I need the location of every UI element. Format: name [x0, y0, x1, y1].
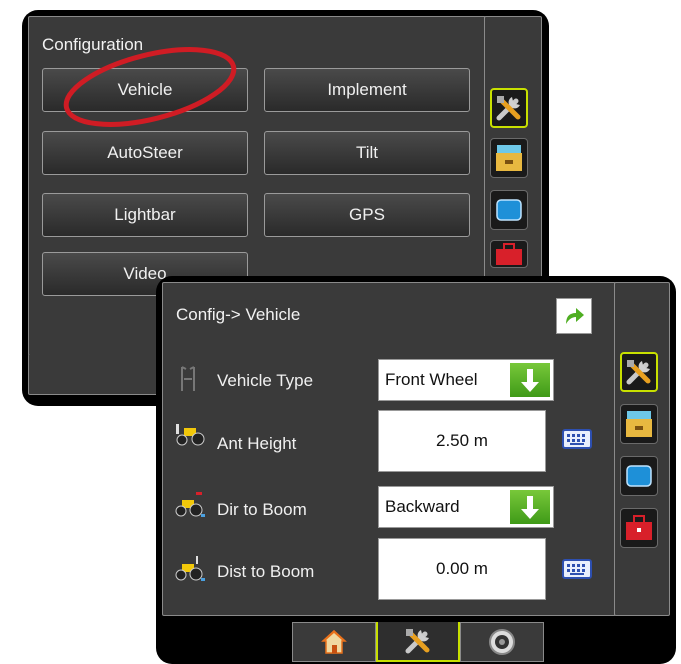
side-screen-button[interactable]	[620, 456, 658, 496]
keyboard-icon[interactable]	[562, 428, 592, 450]
side-toolbox-button[interactable]	[490, 240, 528, 268]
highlight-circle	[63, 47, 237, 127]
steering-column-icon	[181, 366, 195, 391]
foreground-side-strip	[614, 282, 670, 616]
ant-height-label: Ant Height	[217, 434, 297, 453]
side-toolbox-button[interactable]	[620, 508, 658, 548]
foreground-screen: Config-> Vehicle Vehicle Type Front Whee…	[156, 276, 676, 664]
toolbox-icon	[496, 243, 522, 265]
dropdown-arrow	[510, 490, 550, 524]
lightbar-button[interactable]: Lightbar	[42, 193, 248, 237]
chevron-down-icon	[521, 369, 539, 392]
tools-icon	[626, 360, 651, 385]
gps-button[interactable]: GPS	[264, 193, 470, 237]
side-data-button[interactable]	[490, 138, 528, 178]
tractor-distance-icon	[175, 556, 205, 581]
dist-to-boom-field[interactable]: 0.00 m	[378, 538, 546, 600]
tools-icon	[405, 629, 430, 654]
autosteer-button[interactable]: AutoSteer	[42, 131, 248, 175]
data-drawer-icon	[626, 411, 652, 437]
dir-to-boom-label: Dir to Boom	[217, 500, 307, 519]
dist-to-boom-label: Dist to Boom	[217, 562, 315, 581]
vehicle-panel-title: Config-> Vehicle	[176, 305, 301, 324]
back-button[interactable]	[556, 298, 592, 334]
tools-icon	[496, 96, 521, 121]
data-drawer-icon	[496, 145, 522, 171]
tractor-antenna-icon	[176, 424, 205, 446]
return-arrow-icon	[566, 308, 584, 324]
gauge-icon	[489, 629, 515, 655]
vehicle-type-dropdown[interactable]: Front Wheel	[378, 359, 554, 401]
screen-icon	[496, 199, 522, 221]
side-data-button[interactable]	[620, 404, 658, 444]
screen-icon	[626, 465, 652, 487]
tilt-button[interactable]: Tilt	[264, 131, 470, 175]
side-tools-button[interactable]	[490, 88, 528, 128]
dir-to-boom-value: Backward	[385, 497, 460, 516]
vehicle-type-value: Front Wheel	[385, 370, 478, 389]
side-screen-button[interactable]	[490, 190, 528, 230]
chevron-down-icon	[521, 496, 539, 519]
vehicle-type-label: Vehicle Type	[217, 371, 314, 390]
tab-tools[interactable]	[376, 622, 460, 662]
tab-home[interactable]	[292, 622, 376, 662]
tab-gauge[interactable]	[460, 622, 544, 662]
home-icon	[321, 629, 347, 654]
implement-button[interactable]: Implement	[264, 68, 470, 112]
toolbox-icon	[626, 515, 652, 540]
ant-height-field[interactable]: 2.50 m	[378, 410, 546, 472]
side-tools-button[interactable]	[620, 352, 658, 392]
keyboard-icon[interactable]	[562, 558, 592, 580]
dropdown-arrow	[510, 363, 550, 397]
tractor-direction-icon	[175, 492, 205, 517]
dir-to-boom-dropdown[interactable]: Backward	[378, 486, 554, 528]
